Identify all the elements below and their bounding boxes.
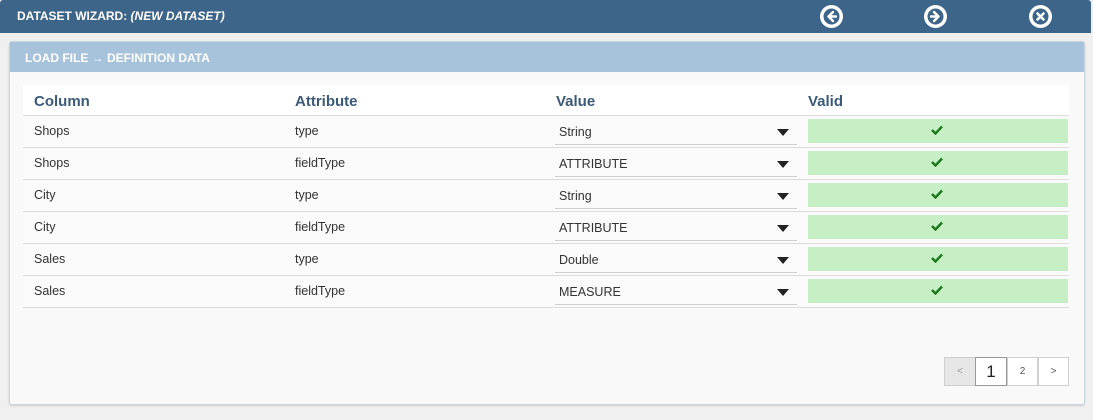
valid-cell: [808, 151, 1068, 175]
table-row: City type String: [23, 180, 1069, 212]
valid-cell: [808, 215, 1068, 239]
arrow-left-circle-icon: [820, 5, 843, 28]
window-title: DATASET WIZARD: (NEW DATASET): [17, 9, 225, 23]
panel-header: LOAD FILE → DEFINITION DATA: [10, 42, 1084, 72]
cell-attribute: fieldType: [295, 156, 346, 170]
check-icon: [931, 285, 943, 295]
cell-column: Shops: [34, 124, 70, 138]
valid-cell: [808, 279, 1068, 303]
value-select[interactable]: Double: [555, 247, 797, 273]
table-row: City fieldType ATTRIBUTE: [23, 212, 1069, 244]
cell-column: Sales: [34, 252, 66, 266]
check-icon: [931, 221, 943, 231]
value-selected: ATTRIBUTE: [559, 157, 628, 171]
dataset-wizard-window: DATASET WIZARD: (NEW DATASET) LOAD FILE …: [0, 0, 1093, 420]
cell-attribute: type: [295, 188, 319, 202]
cell-column: Sales: [34, 284, 66, 298]
cell-column: City: [34, 220, 56, 234]
page-2-button[interactable]: 2: [1007, 357, 1038, 386]
prev-page-button[interactable]: <: [944, 357, 976, 386]
arrow-right-circle-icon: [924, 5, 947, 28]
header-column[interactable]: Column: [34, 93, 90, 110]
close-circle-icon: [1029, 5, 1052, 28]
check-icon: [931, 253, 943, 263]
back-button[interactable]: [820, 5, 843, 28]
caret-down-icon: [777, 257, 789, 264]
header-value[interactable]: Value: [556, 93, 595, 110]
definition-panel: LOAD FILE → DEFINITION DATA Column Attri…: [9, 41, 1085, 405]
cell-attribute: type: [295, 252, 319, 266]
valid-cell: [808, 119, 1068, 143]
cell-attribute: fieldType: [295, 284, 346, 298]
next-page-button[interactable]: >: [1038, 357, 1069, 386]
check-icon: [931, 157, 943, 167]
page-1-button[interactable]: 1: [975, 357, 1007, 386]
close-button[interactable]: [1029, 5, 1052, 28]
cell-column: City: [34, 188, 56, 202]
cell-attribute: fieldType: [295, 220, 346, 234]
value-select[interactable]: String: [555, 119, 797, 145]
caret-down-icon: [777, 193, 789, 200]
valid-cell: [808, 247, 1068, 271]
table-row: Shops type String: [23, 116, 1069, 148]
value-select[interactable]: ATTRIBUTE: [555, 215, 797, 241]
value-selected: String: [559, 189, 592, 203]
next-button[interactable]: [924, 5, 947, 28]
caret-down-icon: [777, 129, 789, 136]
value-selected: Double: [559, 253, 599, 267]
table-row: Sales type Double: [23, 244, 1069, 276]
table-row: Sales fieldType MEASURE: [23, 276, 1069, 308]
valid-cell: [808, 183, 1068, 207]
panel-title: LOAD FILE → DEFINITION DATA: [25, 51, 210, 65]
title-bar: DATASET WIZARD: (NEW DATASET): [0, 0, 1091, 33]
value-selected: ATTRIBUTE: [559, 221, 628, 235]
caret-down-icon: [777, 289, 789, 296]
check-icon: [931, 125, 943, 135]
cell-attribute: type: [295, 124, 319, 138]
title-dataset-name: (NEW DATASET): [130, 9, 225, 23]
table-row: Shops fieldType ATTRIBUTE: [23, 148, 1069, 180]
value-select[interactable]: String: [555, 183, 797, 209]
caret-down-icon: [777, 225, 789, 232]
check-icon: [931, 189, 943, 199]
value-select[interactable]: ATTRIBUTE: [555, 151, 797, 177]
value-select[interactable]: MEASURE: [555, 279, 797, 305]
value-selected: MEASURE: [559, 285, 621, 299]
header-valid[interactable]: Valid: [808, 93, 843, 110]
definition-table: Column Attribute Value Valid Shops type …: [23, 85, 1069, 308]
table-header: Column Attribute Value Valid: [23, 85, 1069, 116]
caret-down-icon: [777, 161, 789, 168]
cell-column: Shops: [34, 156, 70, 170]
title-prefix: DATASET WIZARD:: [17, 9, 131, 23]
value-selected: String: [559, 125, 592, 139]
header-attribute[interactable]: Attribute: [295, 93, 358, 110]
